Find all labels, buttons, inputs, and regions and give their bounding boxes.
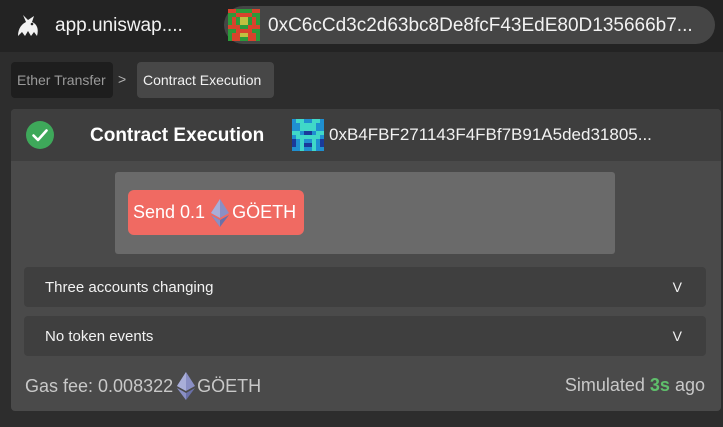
- check-circle-icon: [26, 121, 54, 149]
- send-amount-label: Send 0.1: [133, 202, 206, 222]
- breadcrumb-separator: >: [118, 71, 127, 87]
- card-title: Contract Execution: [90, 125, 265, 146]
- eth-icon: [211, 198, 230, 227]
- contract-blockie-icon: [292, 119, 324, 151]
- site-name: app.uniswap....: [55, 15, 183, 36]
- top-bar: app.uniswap.... 0xC6cCd3c2d63bc8De8fcF43…: [0, 0, 723, 52]
- accounts-changing-label: Three accounts changing: [45, 279, 214, 296]
- simulated-prefix: Simulated: [564, 375, 645, 395]
- account-address-pill[interactable]: 0xC6cCd3c2d63bc8De8fcF43EdE80D135666b7..…: [224, 6, 715, 44]
- contract-address[interactable]: 0xB4FBF271143F4FBf7B91A5ded31805...: [329, 125, 717, 145]
- gas-fee-token: GÖETH: [197, 375, 262, 396]
- simulated-suffix: ago: [674, 375, 705, 395]
- simulated-time: 3s: [649, 375, 670, 395]
- uniswap-unicorn-icon: [18, 15, 38, 36]
- token-events-label: No token events: [45, 328, 154, 345]
- chevron-down-icon[interactable]: V: [673, 328, 682, 344]
- send-panel: Send 0.1 GÖETH: [115, 172, 615, 254]
- address-blockie-icon: [228, 9, 260, 41]
- send-amount-badge[interactable]: Send 0.1 GÖETH: [128, 190, 304, 235]
- accounts-changing-row[interactable]: Three accounts changing V: [24, 267, 706, 307]
- eth-icon: [177, 372, 196, 400]
- breadcrumb-contract-execution[interactable]: Contract Execution: [137, 62, 274, 98]
- send-token-label: GÖETH: [232, 202, 297, 222]
- token-events-row[interactable]: No token events V: [24, 316, 706, 356]
- simulated-status: Simulated 3s ago: [565, 375, 705, 396]
- account-address: 0xC6cCd3c2d63bc8De8fcF43EdE80D135666b7..…: [268, 15, 693, 36]
- gas-fee-label: Gas fee: 0.008322: [25, 375, 174, 396]
- contract-execution-card: Contract Execution 0xB4FBF271143F4FBf7B9…: [11, 109, 721, 411]
- breadcrumb-ether-transfer[interactable]: Ether Transfer: [11, 62, 113, 98]
- gas-fee: Gas fee: 0.008322 GÖETH: [25, 371, 261, 401]
- chevron-down-icon[interactable]: V: [673, 279, 682, 295]
- card-header: Contract Execution 0xB4FBF271143F4FBf7B9…: [11, 109, 721, 161]
